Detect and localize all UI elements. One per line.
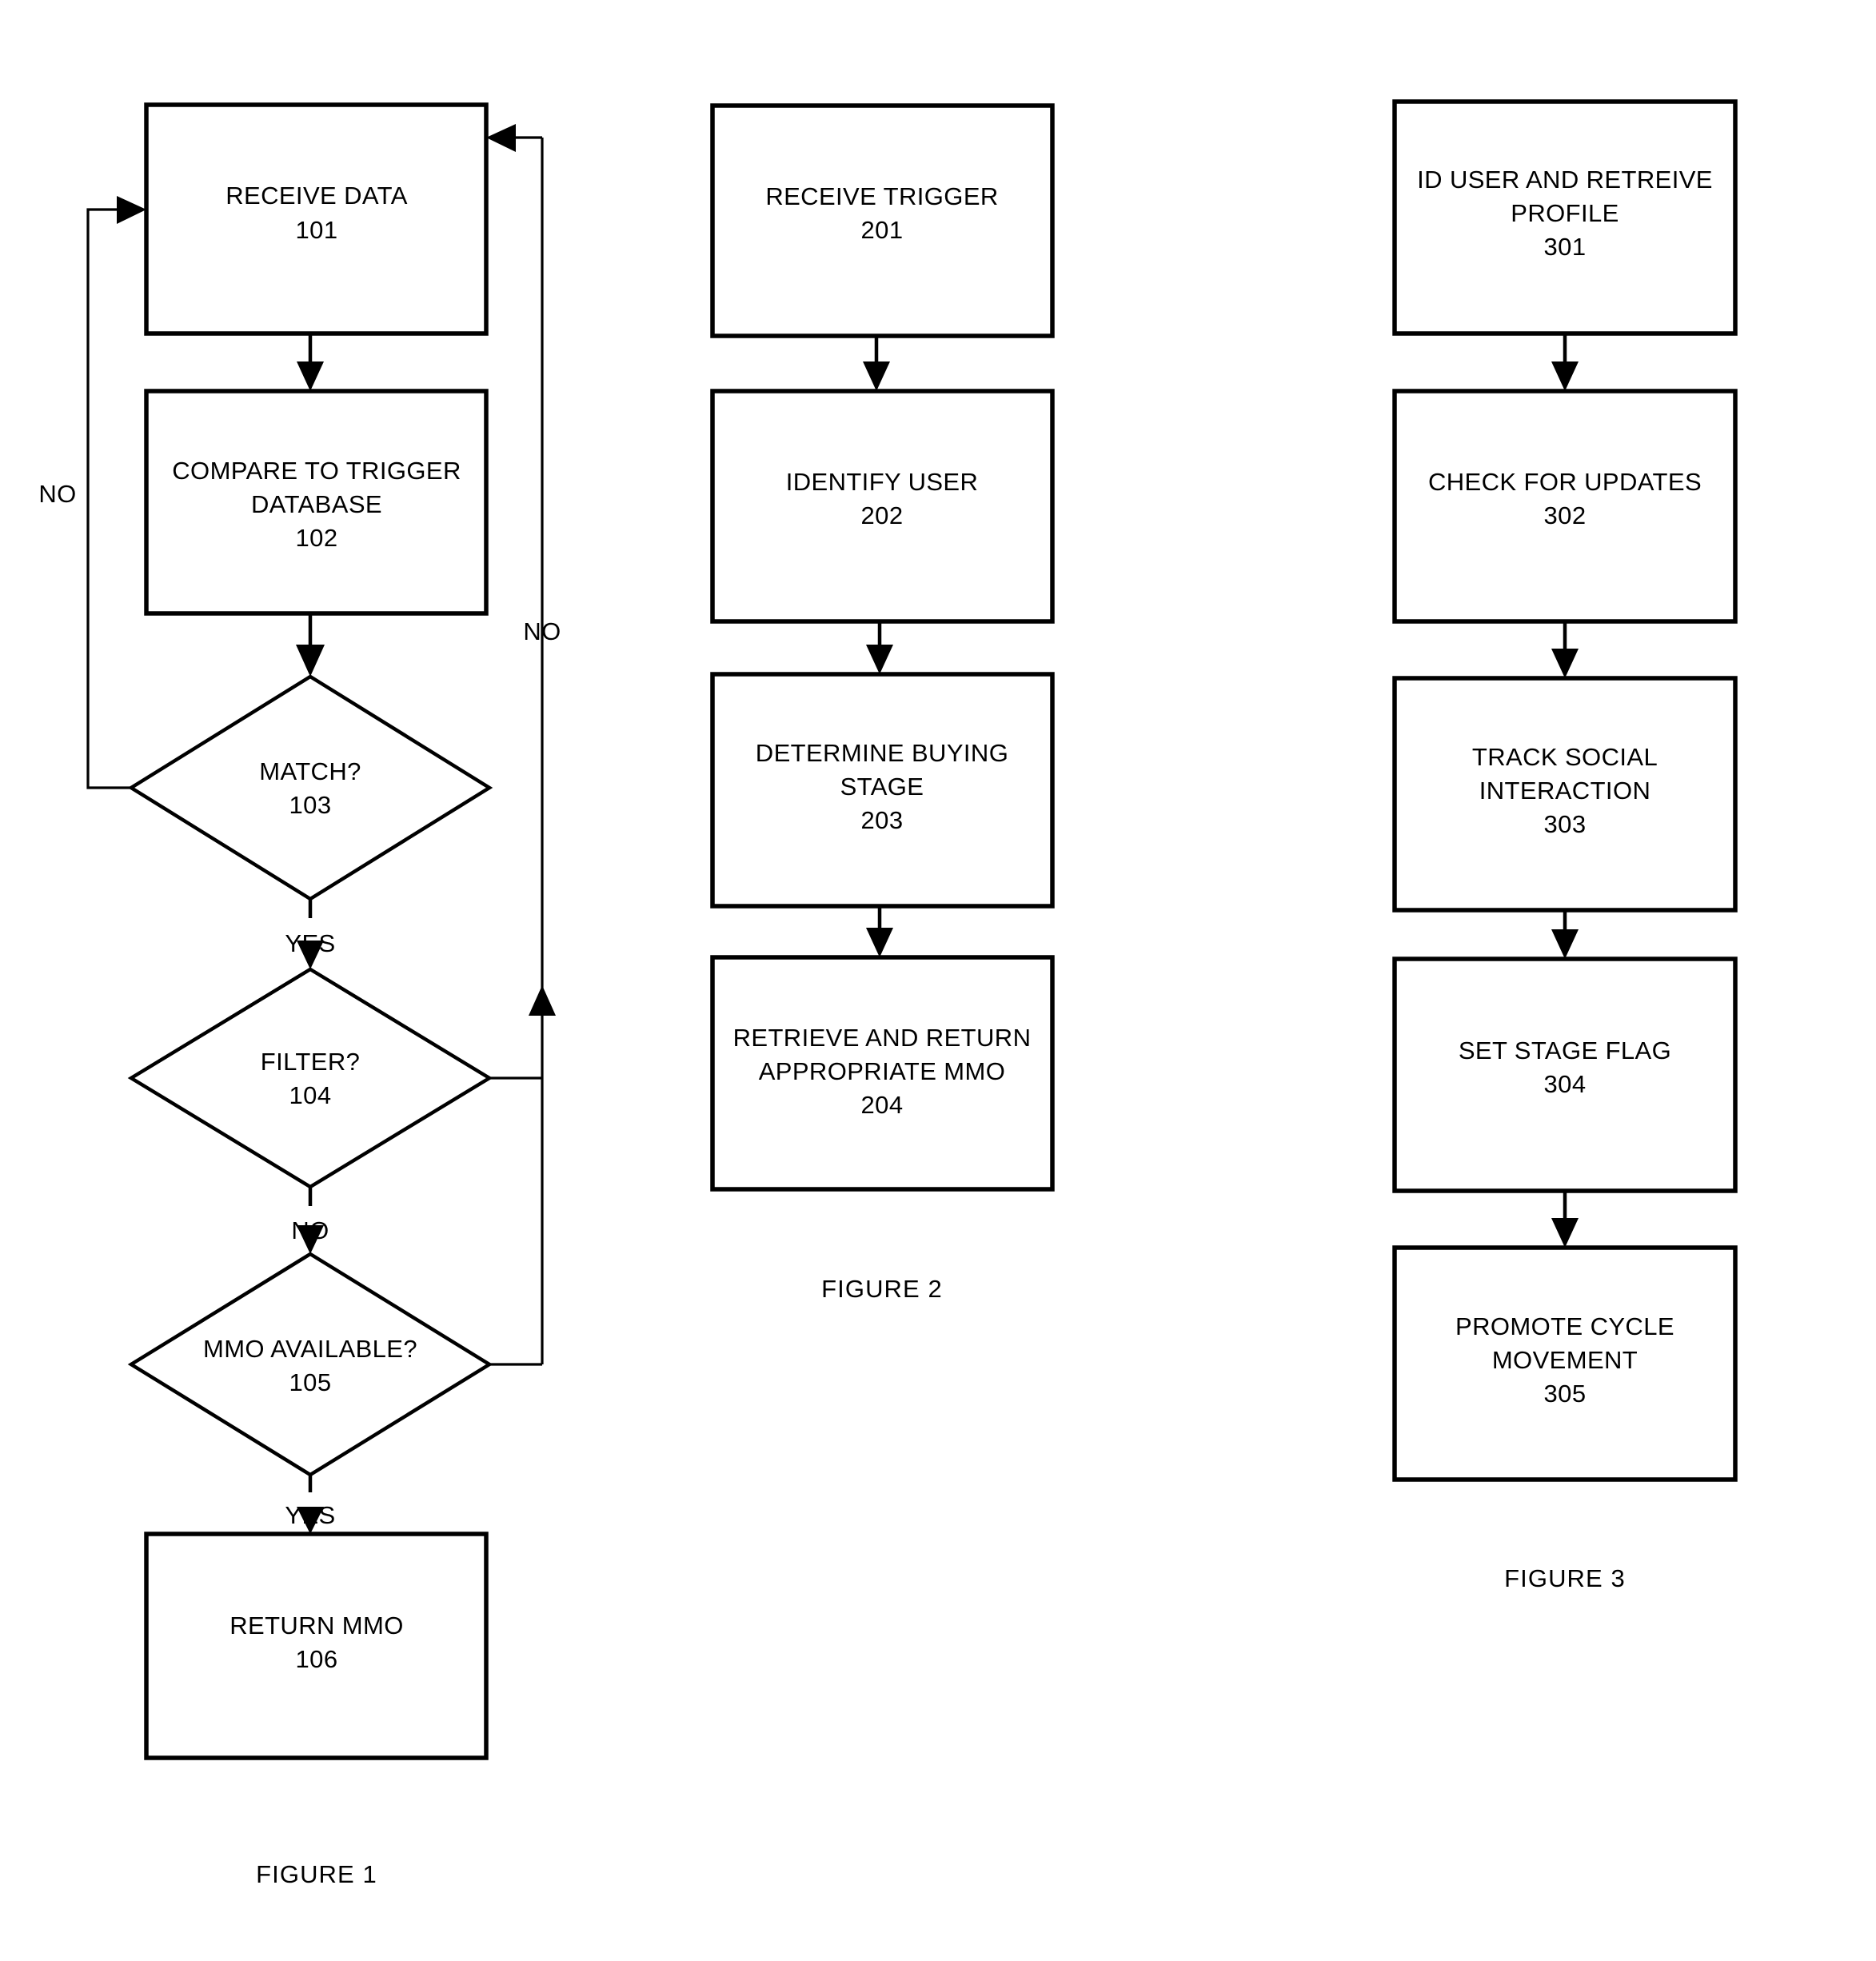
node-106-label-line1: RETURN MMO xyxy=(230,1612,404,1639)
figure-3-caption: FIGURE 3 xyxy=(1504,1564,1626,1592)
node-204-label-line1: RETRIEVE AND RETURN xyxy=(733,1024,1032,1052)
node-305-ref: 305 xyxy=(1544,1380,1587,1408)
node-301-label-line2: PROFILE xyxy=(1511,199,1619,227)
edge-302-to-303-arrowhead xyxy=(1551,649,1579,678)
edge-201-to-202-arrowhead xyxy=(863,361,890,391)
node-103-label-line1: MATCH? xyxy=(259,757,361,785)
node-203-label-line1: DETERMINE BUYING xyxy=(756,739,1008,767)
figure-3-group: ID USER AND RETREIVE PROFILE 301 CHECK F… xyxy=(1392,99,1738,1592)
edge-label-no-left: NO xyxy=(38,480,76,508)
node-203-ref: 203 xyxy=(861,806,904,834)
node-106-ref: 106 xyxy=(296,1645,338,1673)
edge-202-to-203-arrowhead xyxy=(866,645,893,674)
node-201-label-line1: RECEIVE TRIGGER xyxy=(765,182,998,210)
edge-303-to-304-arrowhead xyxy=(1551,929,1579,959)
node-301-label-line1: ID USER AND RETREIVE xyxy=(1417,166,1713,194)
edge-304-to-305-arrowhead xyxy=(1551,1218,1579,1248)
node-304-ref: 304 xyxy=(1544,1070,1587,1098)
figure-1-caption: FIGURE 1 xyxy=(256,1860,377,1888)
edge-102-to-103-arrowhead xyxy=(296,645,325,677)
node-303-label-line2: INTERACTION xyxy=(1479,777,1651,805)
node-103-ref: 103 xyxy=(289,791,332,819)
node-104-diamond xyxy=(127,967,493,1189)
node-104-label-line1: FILTER? xyxy=(261,1048,361,1076)
edge-103-no-feedback-arrowhead xyxy=(117,196,146,224)
node-102-ref: 102 xyxy=(296,524,338,552)
node-101-ref: 101 xyxy=(296,216,338,244)
edge-301-to-302-arrowhead xyxy=(1551,361,1579,391)
node-102-label-line1: COMPARE TO TRIGGER xyxy=(172,457,461,485)
node-105-diamond xyxy=(127,1252,493,1477)
node-204-ref: 204 xyxy=(861,1091,904,1119)
node-305-label-line2: MOVEMENT xyxy=(1492,1346,1638,1374)
node-201-ref: 201 xyxy=(861,216,904,244)
node-305-label-line1: PROMOTE CYCLE xyxy=(1455,1312,1674,1340)
edge-203-to-204-arrowhead xyxy=(866,928,893,957)
node-102-label-line2: DATABASE xyxy=(251,490,382,518)
node-105-ref: 105 xyxy=(289,1368,332,1396)
figure-2-caption: FIGURE 2 xyxy=(821,1275,943,1303)
flowchart-canvas: RECEIVE DATA 101 COMPARE TO TRIGGER DATA… xyxy=(38,99,1738,1888)
node-302-label-line1: CHECK FOR UPDATES xyxy=(1428,468,1702,496)
node-303-label-line1: TRACK SOCIAL xyxy=(1472,743,1658,771)
patent-drawing-sheet: RECEIVE DATA 101 COMPARE TO TRIGGER DATA… xyxy=(0,0,1876,1961)
node-202-label-line1: IDENTIFY USER xyxy=(786,468,979,496)
node-104-ref: 104 xyxy=(289,1081,332,1109)
figure-2-group: RECEIVE TRIGGER 201 IDENTIFY USER 202 DE… xyxy=(710,103,1055,1303)
node-204-label-line2: APPROPRIATE MMO xyxy=(759,1057,1006,1085)
node-202-ref: 202 xyxy=(861,501,904,529)
node-101-label-line1: RECEIVE DATA xyxy=(226,182,408,210)
edge-101-to-102-arrowhead xyxy=(297,361,324,391)
edge-right-rail-into-101-arrowhead xyxy=(486,124,516,152)
figure-1-group: RECEIVE DATA 101 COMPARE TO TRIGGER DATA… xyxy=(38,102,561,1888)
node-105-label-line1: MMO AVAILABLE? xyxy=(203,1335,417,1363)
node-103-diamond xyxy=(127,674,493,901)
node-302-ref: 302 xyxy=(1544,501,1587,529)
edge-right-rail-up-arrowhead xyxy=(529,985,556,1016)
node-301-ref: 301 xyxy=(1544,233,1587,261)
edge-label-no-right: NO xyxy=(523,617,561,645)
node-203-label-line2: STAGE xyxy=(840,773,924,801)
node-303-ref: 303 xyxy=(1544,810,1587,838)
edge-103-no-feedback xyxy=(86,208,131,789)
node-304-label-line1: SET STAGE FLAG xyxy=(1459,1036,1671,1064)
